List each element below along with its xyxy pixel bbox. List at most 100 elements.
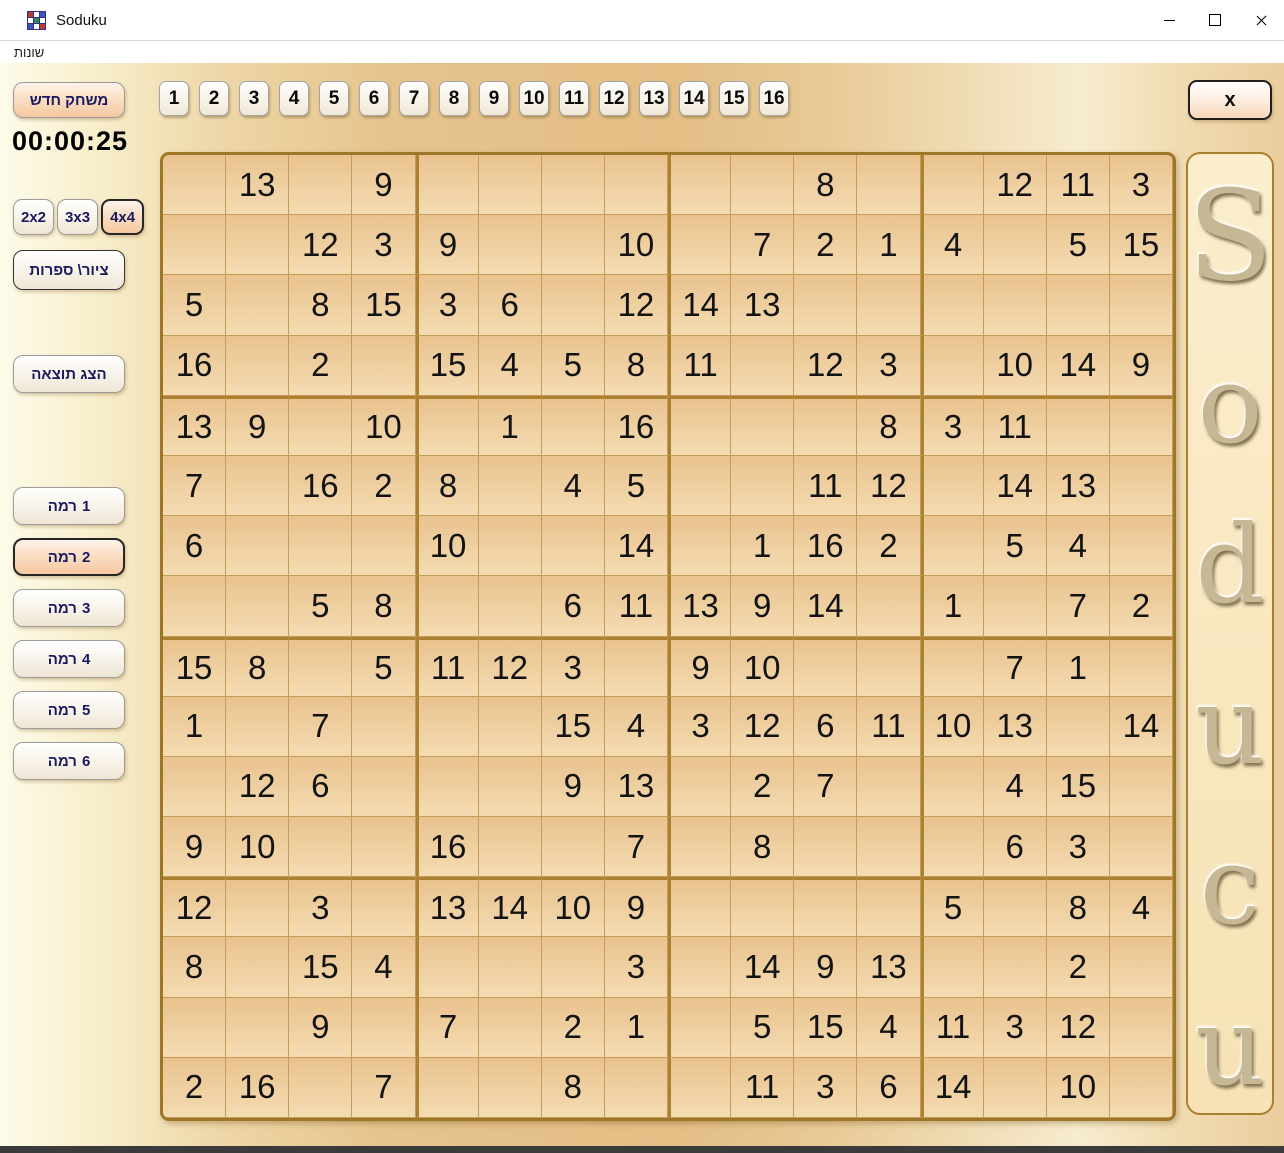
grid-cell[interactable] — [226, 516, 290, 577]
number-button-12[interactable]: 12 — [599, 81, 629, 116]
grid-cell[interactable]: 5 — [983, 516, 1047, 577]
grid-cell[interactable]: 15 — [163, 636, 227, 697]
grid-cell[interactable]: 12 — [226, 756, 290, 818]
grid-cell[interactable]: 9 — [226, 395, 290, 456]
grid-cell[interactable]: 3 — [1109, 155, 1173, 216]
grid-cell[interactable] — [478, 937, 542, 998]
exit-button[interactable]: x — [1188, 80, 1272, 120]
grid-cell[interactable]: 9 — [289, 997, 353, 1058]
grid-cell[interactable]: 8 — [1046, 877, 1110, 938]
number-button-16[interactable]: 16 — [759, 81, 789, 116]
grid-cell[interactable]: 11 — [1046, 155, 1110, 216]
grid-cell[interactable]: 14 — [1046, 335, 1110, 396]
grid-cell[interactable] — [541, 395, 605, 456]
grid-cell[interactable]: 11 — [920, 997, 984, 1058]
grid-cell[interactable] — [478, 455, 542, 517]
grid-cell[interactable] — [478, 756, 542, 818]
grid-cell[interactable]: 13 — [226, 155, 290, 216]
grid-cell[interactable]: 2 — [163, 1057, 227, 1118]
grid-cell[interactable]: 13 — [731, 275, 795, 336]
grid-cell[interactable] — [1109, 516, 1173, 577]
grid-cell[interactable]: 16 — [604, 395, 668, 456]
grid-cell[interactable] — [668, 817, 732, 878]
grid-cell[interactable]: 14 — [794, 576, 858, 637]
grid-cell[interactable] — [983, 275, 1047, 336]
number-button-6[interactable]: 6 — [359, 81, 389, 116]
grid-cell[interactable] — [352, 335, 416, 396]
grid-cell[interactable] — [731, 455, 795, 517]
grid-cell[interactable]: 10 — [731, 636, 795, 697]
grid-cell[interactable]: 8 — [352, 576, 416, 637]
grid-cell[interactable]: 15 — [1109, 215, 1173, 276]
level-button-6[interactable]: רמה 6 — [13, 742, 125, 780]
level-button-2[interactable]: רמה 2 — [13, 538, 125, 576]
grid-cell[interactable]: 2 — [1046, 937, 1110, 998]
grid-cell[interactable]: 16 — [289, 455, 353, 517]
grid-cell[interactable]: 9 — [541, 756, 605, 818]
maximize-button[interactable] — [1192, 0, 1238, 40]
grid-cell[interactable]: 7 — [983, 636, 1047, 697]
grid-cell[interactable]: 2 — [857, 516, 921, 577]
grid-cell[interactable] — [289, 817, 353, 878]
grid-cell[interactable] — [289, 395, 353, 456]
grid-cell[interactable]: 6 — [163, 516, 227, 577]
grid-cell[interactable]: 4 — [604, 696, 668, 757]
grid-cell[interactable]: 1 — [604, 997, 668, 1058]
grid-cell[interactable] — [226, 696, 290, 757]
grid-cell[interactable]: 15 — [352, 275, 416, 336]
grid-cell[interactable] — [541, 516, 605, 577]
grid-cell[interactable] — [857, 275, 921, 336]
grid-cell[interactable] — [983, 877, 1047, 938]
grid-cell[interactable] — [920, 817, 984, 878]
grid-cell[interactable]: 1 — [857, 215, 921, 276]
grid-cell[interactable]: 7 — [1046, 576, 1110, 637]
grid-cell[interactable]: 11 — [415, 636, 479, 697]
grid-cell[interactable]: 5 — [541, 335, 605, 396]
grid-cell[interactable] — [415, 756, 479, 818]
grid-cell[interactable]: 5 — [289, 576, 353, 637]
grid-cell[interactable]: 14 — [668, 275, 732, 336]
grid-cell[interactable] — [226, 275, 290, 336]
grid-cell[interactable]: 10 — [541, 877, 605, 938]
grid-cell[interactable]: 10 — [226, 817, 290, 878]
grid-cell[interactable]: 2 — [794, 215, 858, 276]
grid-cell[interactable] — [352, 516, 416, 577]
grid-cell[interactable] — [920, 335, 984, 396]
grid-cell[interactable]: 4 — [478, 335, 542, 396]
grid-cell[interactable] — [668, 756, 732, 818]
grid-cell[interactable] — [1046, 275, 1110, 336]
grid-cell[interactable]: 7 — [163, 455, 227, 517]
grid-cell[interactable] — [541, 937, 605, 998]
minimize-button[interactable] — [1146, 0, 1192, 40]
number-button-11[interactable]: 11 — [559, 81, 589, 116]
grid-cell[interactable]: 7 — [415, 997, 479, 1058]
grid-cell[interactable]: 12 — [604, 275, 668, 336]
grid-cell[interactable]: 13 — [604, 756, 668, 818]
level-button-4[interactable]: רמה 4 — [13, 640, 125, 678]
grid-cell[interactable]: 5 — [163, 275, 227, 336]
grid-cell[interactable] — [478, 516, 542, 577]
grid-cell[interactable]: 12 — [478, 636, 542, 697]
grid-cell[interactable]: 8 — [163, 937, 227, 998]
grid-cell[interactable] — [415, 576, 479, 637]
grid-cell[interactable]: 13 — [983, 696, 1047, 757]
grid-cell[interactable]: 7 — [604, 817, 668, 878]
grid-cell[interactable]: 1 — [731, 516, 795, 577]
number-button-1[interactable]: 1 — [159, 81, 189, 116]
grid-cell[interactable]: 9 — [794, 937, 858, 998]
grid-cell[interactable] — [668, 997, 732, 1058]
grid-cell[interactable]: 13 — [163, 395, 227, 456]
number-button-13[interactable]: 13 — [639, 81, 669, 116]
grid-cell[interactable]: 11 — [857, 696, 921, 757]
grid-cell[interactable] — [415, 696, 479, 757]
mode-toggle-button[interactable]: ציור\ ספרות — [13, 250, 125, 290]
grid-cell[interactable]: 1 — [163, 696, 227, 757]
grid-cell[interactable] — [352, 877, 416, 938]
grid-cell[interactable] — [1109, 817, 1173, 878]
grid-cell[interactable] — [983, 1057, 1047, 1118]
grid-cell[interactable] — [226, 576, 290, 637]
grid-cell[interactable] — [1109, 636, 1173, 697]
grid-cell[interactable] — [983, 937, 1047, 998]
grid-cell[interactable] — [352, 696, 416, 757]
grid-cell[interactable]: 15 — [541, 696, 605, 757]
